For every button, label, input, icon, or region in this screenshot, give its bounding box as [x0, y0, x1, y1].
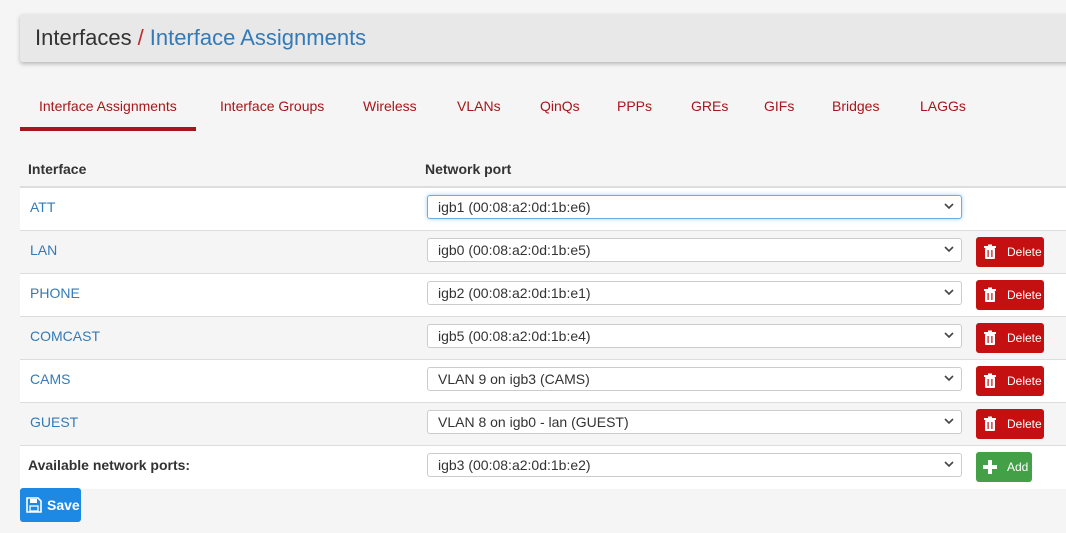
tab-wireless[interactable]: Wireless — [363, 84, 417, 131]
tab-gifs[interactable]: GIFs — [764, 84, 794, 131]
interface-link-comcast[interactable]: COMCAST — [30, 328, 100, 344]
breadcrumb: Interfaces / Interface Assignments — [35, 25, 366, 51]
tab-bar: Interface Assignments Interface Groups W… — [20, 84, 1066, 131]
delete-button[interactable]: Delete — [976, 280, 1044, 310]
breadcrumb-root[interactable]: Interfaces — [35, 25, 132, 50]
column-header-network-port: Network port — [425, 161, 512, 177]
add-button[interactable]: Add — [976, 452, 1032, 482]
interface-link-guest[interactable]: GUEST — [30, 414, 78, 430]
trash-icon — [984, 287, 996, 302]
delete-button[interactable]: Delete — [976, 237, 1044, 267]
network-port-select[interactable]: igb0 (00:08:a2:0d:1b:e5) — [427, 238, 962, 262]
delete-label: Delete — [1007, 374, 1042, 388]
tab-vlans[interactable]: VLANs — [457, 84, 501, 131]
chevron-down-icon — [944, 461, 954, 468]
select-value: VLAN 8 on igb0 - lan (GUEST) — [438, 414, 629, 430]
trash-icon — [984, 244, 996, 259]
network-port-select[interactable]: VLAN 8 on igb0 - lan (GUEST) — [427, 410, 962, 434]
table-row: ATT igb1 (00:08:a2:0d:1b:e6) — [20, 188, 1066, 231]
available-port-select[interactable]: igb3 (00:08:a2:0d:1b:e2) — [427, 453, 962, 477]
select-value: igb3 (00:08:a2:0d:1b:e2) — [438, 457, 591, 473]
select-value: VLAN 9 on igb3 (CAMS) — [438, 371, 590, 387]
delete-label: Delete — [1007, 331, 1042, 345]
table-row: LAN igb0 (00:08:a2:0d:1b:e5) Delete — [20, 231, 1066, 274]
trash-icon — [984, 416, 996, 431]
breadcrumb-separator: / — [137, 25, 144, 50]
chevron-down-icon — [944, 332, 954, 339]
select-value: igb5 (00:08:a2:0d:1b:e4) — [438, 328, 591, 344]
delete-button[interactable]: Delete — [976, 366, 1044, 396]
tab-laggs[interactable]: LAGGs — [920, 84, 966, 131]
interface-link-cams[interactable]: CAMS — [30, 371, 70, 387]
page-header: Interfaces / Interface Assignments — [20, 14, 1066, 62]
trash-icon — [984, 330, 996, 345]
select-value: igb2 (00:08:a2:0d:1b:e1) — [438, 285, 591, 301]
tab-qinqs[interactable]: QinQs — [540, 84, 580, 131]
tab-bridges[interactable]: Bridges — [832, 84, 879, 131]
chevron-down-icon — [944, 418, 954, 425]
trash-icon — [984, 373, 996, 388]
tab-ppps[interactable]: PPPs — [617, 84, 652, 131]
interface-assignments-table: Interface Network port ATT igb1 (00:08:a… — [20, 146, 1066, 489]
delete-button[interactable]: Delete — [976, 409, 1044, 439]
table-row: COMCAST igb5 (00:08:a2:0d:1b:e4) Delete — [20, 317, 1066, 360]
delete-label: Delete — [1007, 417, 1042, 431]
table-row: GUEST VLAN 8 on igb0 - lan (GUEST) Delet… — [20, 403, 1066, 446]
tab-interface-assignments[interactable]: Interface Assignments — [20, 84, 196, 131]
network-port-select[interactable]: VLAN 9 on igb3 (CAMS) — [427, 367, 962, 391]
table-header: Interface Network port — [20, 146, 1066, 188]
interface-link-lan[interactable]: LAN — [30, 242, 57, 258]
save-label: Save — [47, 497, 80, 513]
chevron-down-icon — [944, 246, 954, 253]
network-port-select[interactable]: igb5 (00:08:a2:0d:1b:e4) — [427, 324, 962, 348]
delete-button[interactable]: Delete — [976, 323, 1044, 353]
add-label: Add — [1007, 460, 1029, 474]
tab-interface-groups[interactable]: Interface Groups — [220, 84, 324, 131]
floppy-disk-icon — [26, 497, 42, 513]
table-row: PHONE igb2 (00:08:a2:0d:1b:e1) Delete — [20, 274, 1066, 317]
chevron-down-icon — [944, 289, 954, 296]
select-value: igb1 (00:08:a2:0d:1b:e6) — [438, 199, 591, 215]
delete-label: Delete — [1007, 245, 1042, 259]
tab-gres[interactable]: GREs — [691, 84, 728, 131]
breadcrumb-current[interactable]: Interface Assignments — [150, 25, 366, 50]
interface-link-phone[interactable]: PHONE — [30, 285, 80, 301]
network-port-select[interactable]: igb1 (00:08:a2:0d:1b:e6) — [427, 195, 962, 219]
plus-icon — [983, 460, 997, 474]
select-value: igb0 (00:08:a2:0d:1b:e5) — [438, 242, 591, 258]
chevron-down-icon — [944, 375, 954, 382]
save-button[interactable]: Save — [20, 488, 81, 522]
delete-label: Delete — [1007, 288, 1042, 302]
available-ports-row: Available network ports: igb3 (00:08:a2:… — [20, 446, 1066, 489]
interface-link-att[interactable]: ATT — [30, 199, 55, 215]
available-ports-label: Available network ports: — [28, 457, 191, 473]
chevron-down-icon — [944, 203, 954, 210]
column-header-interface: Interface — [28, 161, 87, 177]
network-port-select[interactable]: igb2 (00:08:a2:0d:1b:e1) — [427, 281, 962, 305]
table-row: CAMS VLAN 9 on igb3 (CAMS) Delete — [20, 360, 1066, 403]
